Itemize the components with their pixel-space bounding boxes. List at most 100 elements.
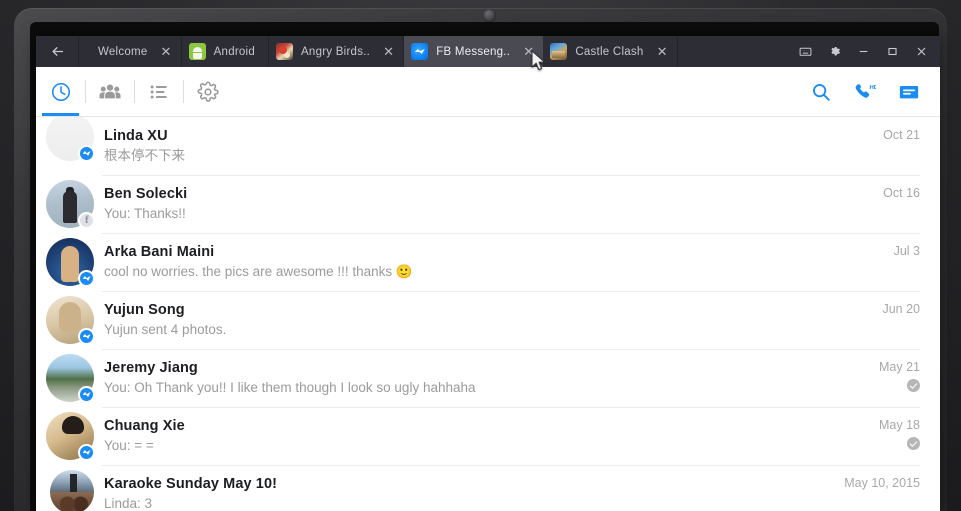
svg-text:HD: HD	[869, 84, 876, 90]
window-controls	[791, 36, 940, 67]
avatar	[46, 354, 95, 403]
messenger-toolbar: HD	[36, 67, 940, 117]
messenger-icon	[411, 43, 429, 60]
conversation-row[interactable]: Linda XU 根本停不下来 Oct 21	[36, 117, 940, 175]
tab-divider	[676, 36, 678, 67]
browser-tab-angry-birds[interactable]: Angry Birds.. ✕	[269, 36, 403, 67]
conversation-name: Chuang Xie	[104, 418, 185, 434]
conversation-time: May 10, 2015	[844, 476, 920, 490]
messenger-tabs	[36, 67, 232, 116]
messenger-actions: HD	[810, 81, 940, 103]
castle-clash-icon	[550, 43, 568, 60]
conversation-name: Ben Solecki	[104, 186, 188, 202]
tab-label: Welcome	[98, 45, 148, 58]
conversation-text: Jeremy Jiang You: Oh Thank you!! I like …	[104, 359, 867, 397]
conversation-meta: Oct 21	[871, 117, 920, 143]
tab-label: FB Messeng..	[436, 45, 511, 58]
keyboard-icon[interactable]	[791, 36, 820, 67]
webcam-icon	[483, 9, 496, 22]
group-avatar	[50, 470, 94, 511]
tab-close-icon[interactable]: ✕	[160, 45, 171, 58]
messenger-badge-icon	[78, 444, 95, 461]
group-avatar-photo-2	[50, 492, 94, 511]
conversation-time: Oct 21	[883, 128, 920, 142]
tab-settings[interactable]	[183, 67, 232, 116]
avatar	[46, 296, 95, 345]
conversation-meta: May 10, 2015	[832, 465, 920, 491]
conversation-snippet: Yujun sent 4 photos.	[104, 322, 227, 337]
gear-icon	[196, 80, 219, 102]
tab-close-icon[interactable]: ✕	[383, 45, 394, 58]
conversation-text: Ben Solecki You: Thanks!!	[104, 185, 871, 223]
browser-tab-fb-messenger[interactable]: FB Messeng.. ✕	[404, 36, 544, 67]
tab-label: Angry Birds..	[301, 45, 371, 58]
conversation-row[interactable]: Karaoke Sunday May 10! Linda: 3 May 10, …	[36, 465, 940, 511]
conversation-meta: Jun 20	[870, 291, 920, 317]
maximize-icon[interactable]	[878, 36, 907, 67]
people-icon	[98, 83, 121, 98]
android-icon	[188, 43, 206, 60]
browser-tabstrip: Welcome ✕ Android Angry Birds.. ✕ FB Mes…	[36, 36, 940, 67]
back-button[interactable]	[36, 36, 78, 67]
tab-label: Android	[213, 45, 256, 58]
conversation-name: Linda XU	[104, 128, 168, 144]
tab-close-icon[interactable]: ✕	[523, 45, 534, 58]
conversation-time: May 21	[879, 360, 920, 374]
conversation-text: Karaoke Sunday May 10! Linda: 3	[104, 475, 832, 511]
conversation-row[interactable]: Chuang Xie You: = = May 18	[36, 407, 940, 465]
tab-contacts-list[interactable]	[134, 67, 183, 116]
conversation-time: May 18	[879, 418, 920, 432]
read-receipt-icon	[907, 379, 920, 392]
avatar	[46, 180, 95, 229]
conversation-snippet: 根本停不下来	[104, 148, 185, 163]
conversation-row[interactable]: Jeremy Jiang You: Oh Thank you!! I like …	[36, 349, 940, 407]
avatar	[46, 117, 95, 162]
conversation-meta: Jul 3	[882, 233, 920, 259]
conversation-name: Arka Bani Maini	[104, 244, 215, 260]
angry-birds-icon	[276, 43, 294, 60]
conversation-time: Jun 20	[882, 302, 920, 316]
conversation-time: Oct 16	[883, 186, 920, 200]
settings-gear-icon[interactable]	[820, 36, 849, 67]
conversation-snippet: cool no worries. the pics are awesome !!…	[104, 264, 413, 279]
phone-hd-icon[interactable]: HD	[854, 81, 876, 103]
conversation-name: Yujun Song	[104, 302, 185, 318]
conversation-row[interactable]: Ben Solecki You: Thanks!! Oct 16	[36, 175, 940, 233]
conversation-name: Karaoke Sunday May 10!	[104, 476, 278, 492]
tab-groups[interactable]	[85, 67, 134, 116]
conversation-text: Yujun Song Yujun sent 4 photos.	[104, 301, 870, 339]
search-icon[interactable]	[810, 81, 832, 103]
messenger-badge-icon	[78, 328, 95, 345]
conversation-snippet: You: = =	[104, 438, 154, 453]
avatar	[46, 412, 95, 461]
tab-close-icon[interactable]: ✕	[657, 45, 668, 58]
messenger-badge-icon	[78, 270, 95, 287]
conversation-row[interactable]: Yujun Song Yujun sent 4 photos. Jun 20	[36, 291, 940, 349]
active-tab-underline	[42, 113, 79, 116]
conversation-meta: May 21	[867, 349, 920, 397]
browser-tab-android[interactable]: Android	[182, 36, 268, 67]
minimize-icon[interactable]	[849, 36, 878, 67]
clock-icon	[51, 82, 70, 101]
tab-label: Castle Clash	[575, 45, 644, 58]
conversation-row[interactable]: Arka Bani Maini cool no worries. the pic…	[36, 233, 940, 291]
conversation-snippet: You: Oh Thank you!! I like them though I…	[104, 380, 476, 395]
app-window: Welcome ✕ Android Angry Birds.. ✕ FB Mes…	[36, 36, 940, 511]
compose-message-icon[interactable]	[898, 81, 920, 103]
conversation-meta: Oct 16	[871, 175, 920, 201]
browser-tab-welcome[interactable]: Welcome ✕	[79, 36, 181, 67]
conversation-list[interactable]: Linda XU 根本停不下来 Oct 21 Ben Solecki You: …	[36, 117, 940, 511]
conversation-time: Jul 3	[893, 244, 920, 258]
conversation-meta: May 18	[867, 407, 920, 455]
avatar	[46, 238, 95, 287]
browser-tab-castle-clash[interactable]: Castle Clash ✕	[543, 36, 676, 67]
read-receipt-icon	[907, 437, 920, 450]
tab-recent[interactable]	[36, 67, 85, 116]
close-icon[interactable]	[907, 36, 936, 67]
conversation-text: Linda XU 根本停不下来	[104, 127, 871, 165]
group-avatar-photo-1	[50, 470, 94, 493]
conversation-snippet: You: Thanks!!	[104, 206, 186, 221]
conversation-text: Chuang Xie You: = =	[104, 417, 867, 455]
conversation-text: Arka Bani Maini cool no worries. the pic…	[104, 243, 882, 281]
conversation-name: Jeremy Jiang	[104, 360, 198, 376]
